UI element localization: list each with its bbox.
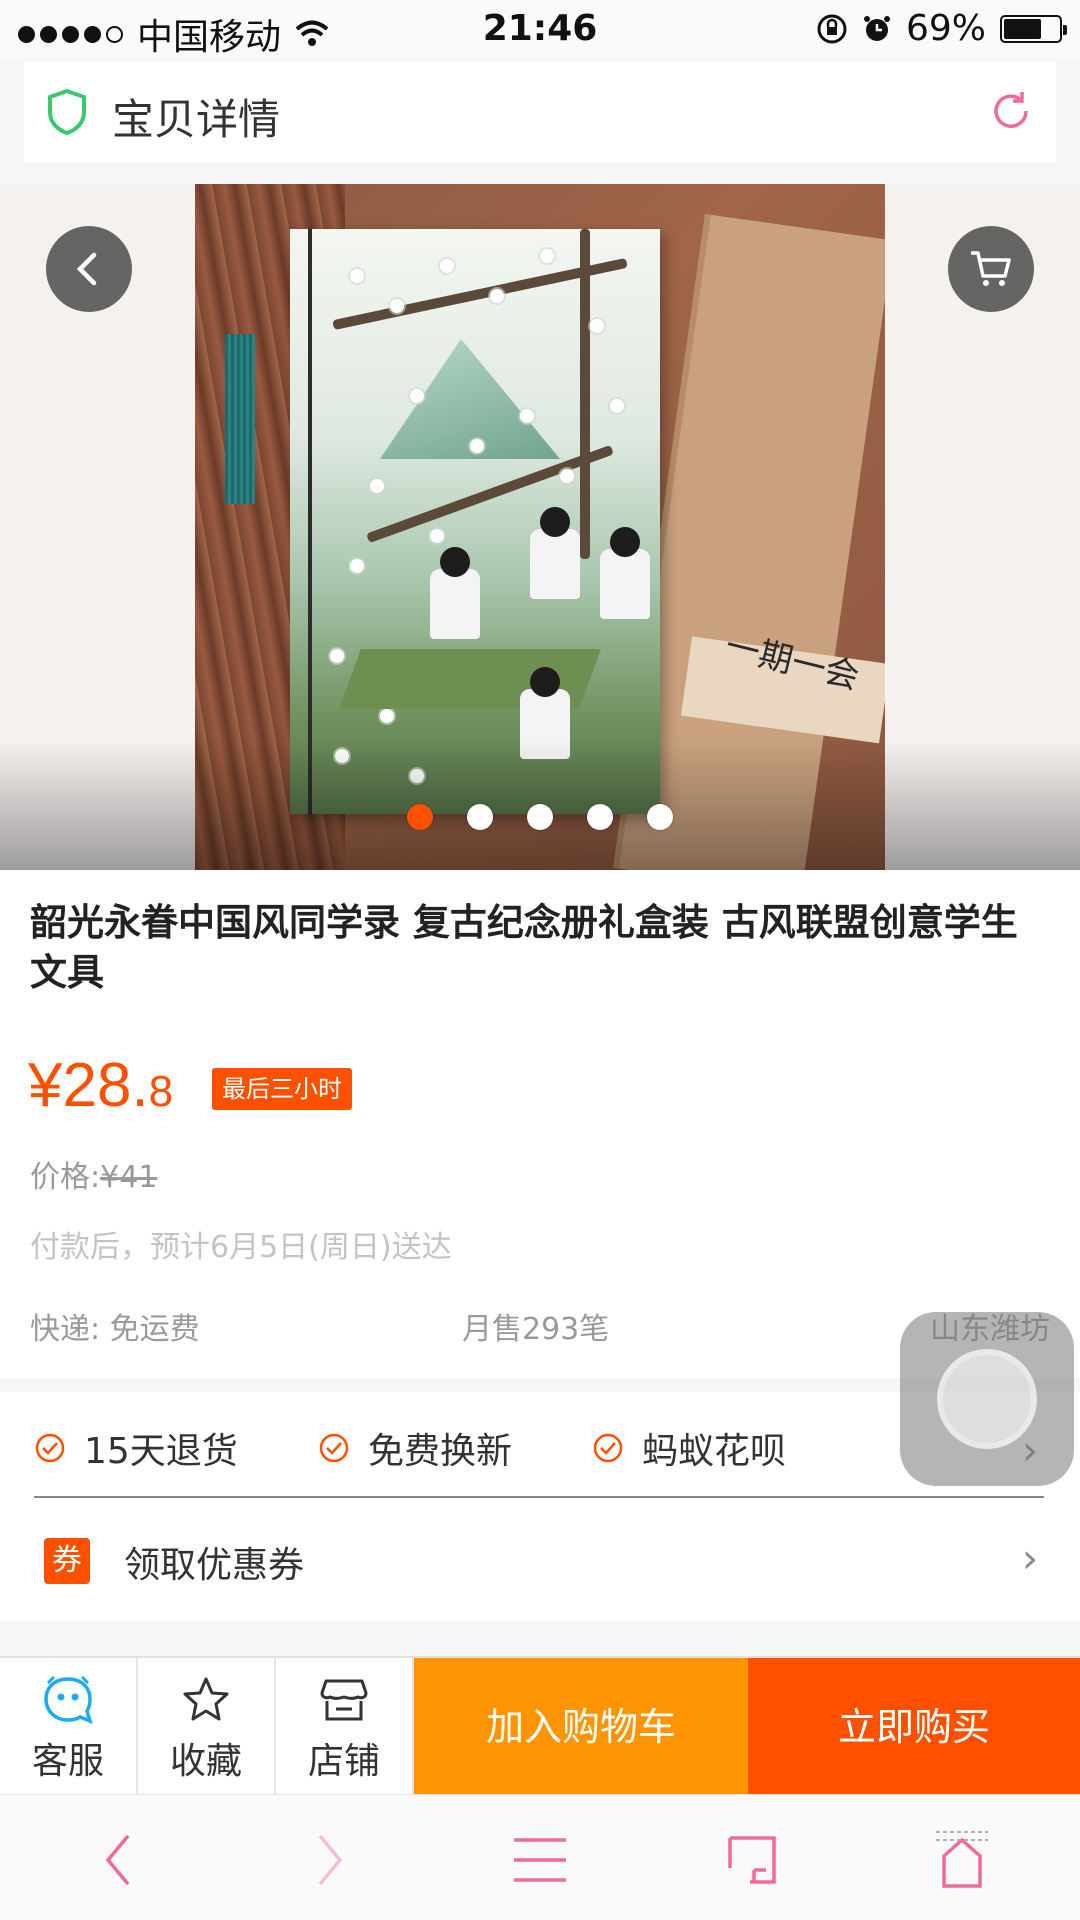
battery-percent: 69%: [905, 8, 986, 49]
browser-forward-button[interactable]: [290, 1825, 370, 1895]
status-bar: 中国移动 21:46 69%: [0, 0, 1080, 58]
purchase-action-bar: 客服 收藏 店铺 加入购物车 立即购买: [0, 1656, 1080, 1796]
shipping-info: 快递: 免运费: [30, 1312, 200, 1347]
product-detail-page: 中国移动 21:46 69% 宝贝详情 一期一会 韶光永眷中国风同学录 复古纪念…: [0, 0, 1080, 1920]
delivery-estimate: 付款后，预计6月5日(周日)送达: [30, 1230, 452, 1265]
pager-dot[interactable]: [587, 804, 613, 830]
customer-service-button[interactable]: 客服: [0, 1658, 138, 1796]
current-price: ¥28.8: [28, 1050, 173, 1121]
favorite-button[interactable]: 收藏: [138, 1658, 276, 1796]
carousel-pager: [0, 804, 1080, 830]
menu-icon: [514, 1838, 566, 1882]
chevron-left-icon: [105, 1834, 130, 1886]
monthly-sales: 月售293笔: [462, 1312, 610, 1347]
browser-tabs-button[interactable]: [712, 1825, 792, 1895]
favorite-label: 收藏: [169, 1741, 242, 1782]
add-to-cart-button[interactable]: 加入购物车: [414, 1658, 748, 1796]
refresh-icon[interactable]: [988, 88, 1034, 134]
service-label: 15天退货: [84, 1431, 238, 1472]
shield-icon: [48, 88, 86, 136]
original-price-label: 价格:: [30, 1160, 101, 1195]
service-item: 蚂蚁花呗: [592, 1422, 786, 1474]
pager-dot[interactable]: [527, 804, 553, 830]
rotation-lock-icon: [817, 14, 847, 43]
service-item: 免费换新: [318, 1422, 512, 1474]
chevron-left-icon: [76, 252, 97, 286]
service-item: 15天退货: [34, 1422, 238, 1474]
back-button[interactable]: [46, 226, 132, 312]
chevron-right-icon: ›: [1022, 1536, 1038, 1582]
status-right: 69%: [816, 8, 1067, 49]
buy-now-button[interactable]: 立即购买: [748, 1658, 1080, 1796]
battery-icon: [1000, 14, 1067, 43]
book-cover-illustration: [290, 229, 660, 814]
browser-menu-button[interactable]: [500, 1825, 580, 1895]
browser-toolbar: [0, 1794, 1080, 1920]
price-main: ¥28.: [28, 1051, 149, 1120]
customer-service-icon: [44, 1675, 93, 1724]
product-image-carousel[interactable]: 一期一会: [0, 184, 1080, 870]
pager-dot[interactable]: [467, 804, 493, 830]
check-circle-icon: [593, 1433, 623, 1463]
pager-dot[interactable]: [407, 804, 433, 830]
page-header: 宝贝详情: [24, 62, 1056, 162]
check-circle-icon: [319, 1433, 349, 1463]
promo-badge: 最后三小时: [212, 1068, 352, 1110]
star-icon: [183, 1677, 229, 1721]
coupon-row[interactable]: 券 领取优惠券 ›: [0, 1498, 1080, 1622]
shop-button[interactable]: 店铺: [276, 1658, 414, 1796]
shop-icon: [320, 1679, 368, 1721]
coupon-icon: 券: [44, 1538, 90, 1584]
product-info: 韶光永眷中国风同学录 复古纪念册礼盒装 古风联盟创意学生文具 ¥28.8 最后三…: [0, 870, 1080, 1378]
original-price-value: ¥41: [100, 1160, 158, 1195]
cart-button[interactable]: [948, 226, 1034, 312]
home-icon: [936, 1831, 988, 1888]
product-title: 韶光永眷中国风同学录 复古纪念册礼盒装 古风联盟创意学生文具: [30, 901, 1018, 994]
tabs-icon: [728, 1836, 776, 1884]
page-title: 宝贝详情: [112, 95, 281, 144]
alarm-icon: [863, 15, 890, 41]
browser-back-button[interactable]: [78, 1825, 158, 1895]
check-circle-icon: [35, 1433, 65, 1463]
pager-dot[interactable]: [647, 804, 673, 830]
browser-home-button[interactable]: [922, 1825, 1002, 1895]
coupon-label: 领取优惠券: [124, 1545, 305, 1586]
service-label: 蚂蚁花呗: [642, 1431, 787, 1472]
cart-icon: [971, 251, 1011, 286]
original-price: 价格:¥41: [30, 1152, 157, 1196]
customer-service-label: 客服: [31, 1741, 104, 1782]
assistive-touch-button[interactable]: [900, 1312, 1074, 1486]
chevron-right-icon: [318, 1834, 343, 1886]
service-label: 免费换新: [368, 1431, 513, 1472]
price-decimal: 8: [148, 1067, 174, 1116]
shop-label: 店铺: [307, 1741, 380, 1782]
